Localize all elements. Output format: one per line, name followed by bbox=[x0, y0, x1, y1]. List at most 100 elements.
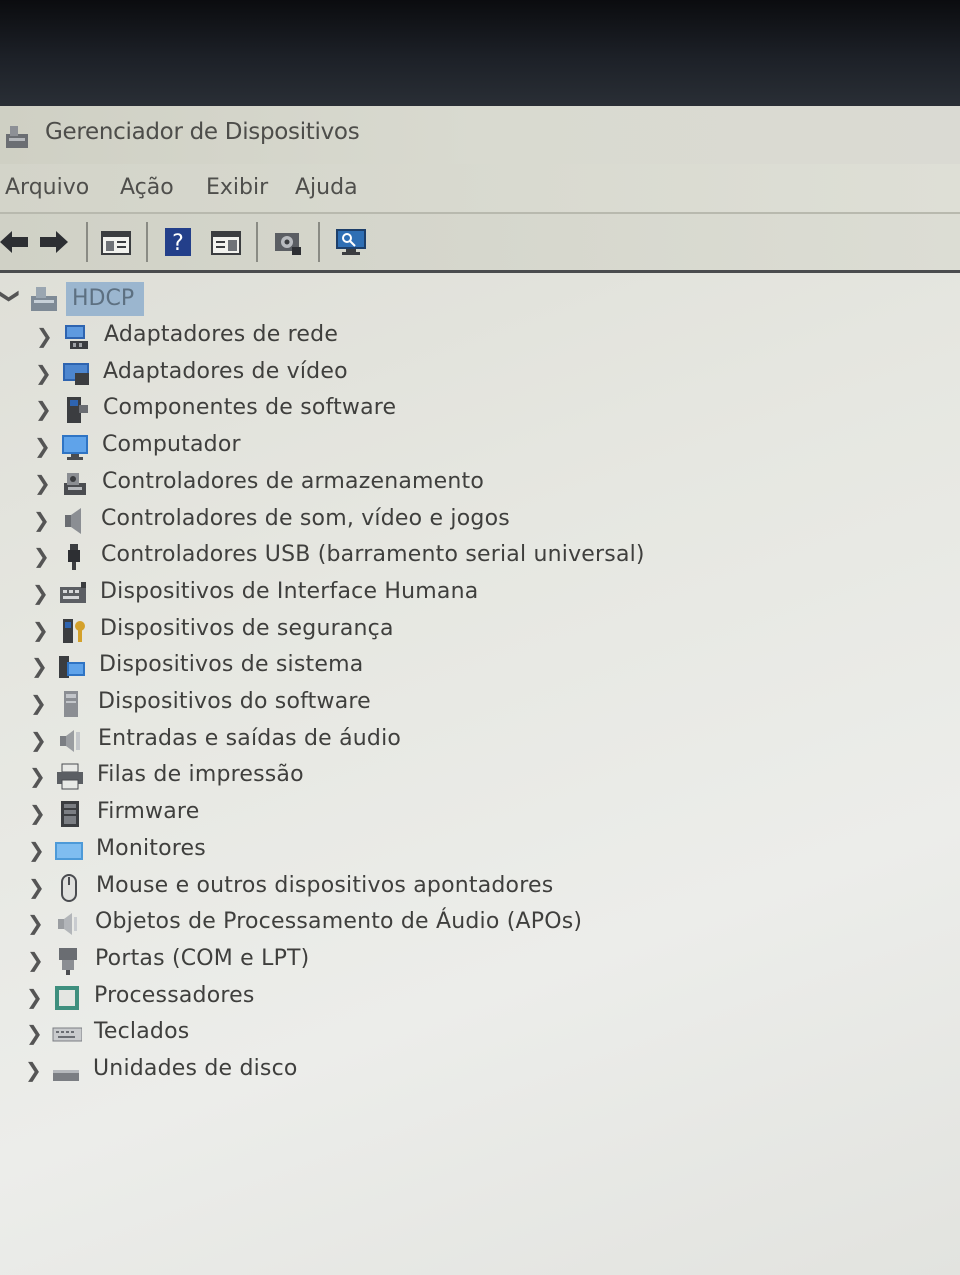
disk-drive-icon bbox=[51, 1056, 81, 1086]
network-adapter-icon bbox=[62, 322, 92, 352]
chevron-right-icon[interactable]: ❯ bbox=[28, 875, 45, 899]
chevron-right-icon[interactable]: ❯ bbox=[30, 728, 47, 752]
tree-node-port[interactable]: ❯ Portas (COM e LPT) bbox=[27, 944, 727, 980]
tree-node-processor[interactable]: ❯ Processadores bbox=[26, 981, 726, 1017]
speaker-icon bbox=[59, 506, 89, 536]
chevron-right-icon[interactable]: ❯ bbox=[28, 838, 45, 862]
processor-icon bbox=[52, 983, 82, 1013]
chevron-down-icon[interactable]: ❯ bbox=[0, 288, 22, 305]
tree-node-label: Entradas e saídas de áudio bbox=[98, 725, 402, 751]
device-tree: ❯ HDCP ❯ Adaptadores de rede ❯ Adaptadores … bbox=[0, 272, 960, 1272]
tree-node-label: Mouse e outros dispositivos apontadores bbox=[96, 872, 554, 898]
system-device-icon bbox=[57, 652, 87, 682]
chevron-right-icon[interactable]: ❯ bbox=[33, 508, 50, 532]
keyboard-icon bbox=[52, 1019, 83, 1049]
tree-node-firmware[interactable]: ❯ Firmware bbox=[29, 797, 729, 833]
scan-hardware-icon[interactable] bbox=[333, 224, 369, 260]
chevron-right-icon[interactable]: ❯ bbox=[32, 618, 49, 642]
chevron-right-icon[interactable]: ❯ bbox=[29, 764, 46, 788]
back-arrow-icon[interactable] bbox=[0, 224, 32, 260]
mouse-icon bbox=[54, 873, 84, 903]
software-device-icon bbox=[56, 689, 86, 719]
computer-root-icon bbox=[28, 282, 60, 314]
tree-node-audio-apo[interactable]: ❯ Objetos de Processamento de Áudio (APOs… bbox=[27, 907, 727, 943]
menu-exibir[interactable]: Exibir bbox=[206, 175, 268, 200]
tree-node-keyboard[interactable]: ❯ Teclados bbox=[26, 1017, 726, 1053]
chevron-right-icon[interactable]: ❯ bbox=[25, 1058, 42, 1082]
toolbar-separator bbox=[146, 222, 148, 262]
tree-node-label: Unidades de disco bbox=[93, 1056, 298, 1081]
firmware-icon bbox=[55, 799, 85, 829]
chevron-right-icon[interactable]: ❯ bbox=[34, 471, 51, 495]
window-title: Gerenciador de Dispositivos bbox=[45, 119, 360, 145]
monitor-icon bbox=[54, 836, 84, 866]
tree-node-software-device[interactable]: ❯ Dispositivos do software bbox=[30, 687, 730, 723]
tree-node-software-component[interactable]: ❯ Componentes de software bbox=[35, 393, 735, 429]
chevron-right-icon[interactable]: ❯ bbox=[26, 985, 43, 1009]
forward-arrow-icon[interactable] bbox=[36, 224, 72, 260]
menu-acao[interactable]: Ação bbox=[120, 175, 174, 200]
tree-node-display-adapter[interactable]: ❯ Adaptadores de vídeo bbox=[35, 357, 735, 393]
chevron-right-icon[interactable]: ❯ bbox=[30, 691, 47, 715]
audio-apo-icon bbox=[53, 909, 83, 939]
device-manager-window: Gerenciador de Dispositivos Arquivo Ação… bbox=[0, 106, 960, 1275]
help-icon[interactable]: ? bbox=[160, 224, 196, 260]
tree-node-label: Dispositivos de Interface Humana bbox=[100, 578, 479, 604]
menu-ajuda[interactable]: Ajuda bbox=[295, 175, 358, 200]
properties-icon[interactable] bbox=[98, 224, 134, 260]
chevron-right-icon[interactable]: ❯ bbox=[27, 948, 44, 972]
tree-node-label: Portas (COM e LPT) bbox=[95, 945, 310, 971]
toolbar-separator bbox=[318, 222, 320, 262]
chevron-right-icon[interactable]: ❯ bbox=[29, 801, 46, 825]
tree-node-system-device[interactable]: ❯ Dispositivos de sistema bbox=[31, 650, 731, 686]
chevron-right-icon[interactable]: ❯ bbox=[27, 911, 44, 935]
tree-node-monitor[interactable]: ❯ Monitores bbox=[28, 834, 728, 870]
update-driver-icon[interactable] bbox=[270, 224, 306, 260]
tree-node-label: Controladores de armazenamento bbox=[102, 468, 485, 494]
tree-node-hid[interactable]: ❯ Dispositivos de Interface Humana bbox=[32, 577, 732, 613]
screen-bezel bbox=[0, 0, 960, 108]
chevron-right-icon[interactable]: ❯ bbox=[33, 544, 50, 568]
tree-node-label: Objetos de Processamento de Áudio (APOs) bbox=[95, 909, 583, 935]
tree-node-computer[interactable]: ❯ Computador bbox=[34, 430, 734, 466]
tree-node-printer[interactable]: ❯ Filas de impressão bbox=[29, 760, 729, 796]
tree-node-label: Componentes de software bbox=[103, 395, 397, 421]
chevron-right-icon[interactable]: ❯ bbox=[32, 581, 49, 605]
tree-node-speaker[interactable]: ❯ Controladores de som, vídeo e jogos bbox=[33, 504, 733, 540]
toolbar-separator bbox=[86, 222, 88, 262]
chevron-right-icon[interactable]: ❯ bbox=[26, 1021, 43, 1045]
tree-node-audio-io[interactable]: ❯ Entradas e saídas de áudio bbox=[30, 724, 730, 760]
tree-node-label: Computador bbox=[102, 432, 241, 458]
details-view-icon[interactable] bbox=[208, 224, 244, 260]
tree-node-storage-controller[interactable]: ❯ Controladores de armazenamento bbox=[34, 467, 734, 503]
menu-arquivo[interactable]: Arquivo bbox=[5, 175, 89, 200]
chevron-right-icon[interactable]: ❯ bbox=[31, 654, 48, 678]
chevron-right-icon[interactable]: ❯ bbox=[34, 434, 51, 458]
tree-node-label: Adaptadores de vídeo bbox=[103, 358, 348, 384]
tree-node-mouse[interactable]: ❯ Mouse e outros dispositivos apontadores bbox=[28, 871, 728, 907]
tree-node-network-adapter[interactable]: ❯ Adaptadores de rede bbox=[36, 320, 736, 356]
chevron-right-icon[interactable]: ❯ bbox=[35, 397, 52, 421]
chevron-right-icon[interactable]: ❯ bbox=[36, 324, 53, 348]
tree-node-label: Dispositivos de sistema bbox=[99, 652, 364, 678]
svg-text:?: ? bbox=[172, 231, 184, 256]
port-icon bbox=[53, 946, 83, 976]
tree-node-label: Dispositivos do software bbox=[98, 689, 371, 714]
tree-node-label: Controladores USB (barramento serial uni… bbox=[101, 542, 645, 568]
menu-bar: Arquivo Ação Exibir Ajuda bbox=[0, 164, 960, 214]
tree-node-label: Firmware bbox=[97, 799, 200, 825]
tree-node-security-key[interactable]: ❯ Dispositivos de segurança bbox=[32, 614, 732, 650]
tree-node-label: Adaptadores de rede bbox=[104, 322, 339, 347]
tree-node-label: Filas de impressão bbox=[97, 762, 304, 788]
tree-node-label: Dispositivos de segurança bbox=[100, 615, 394, 641]
printer-icon bbox=[55, 762, 85, 792]
software-component-icon bbox=[61, 395, 91, 425]
tree-node-usb[interactable]: ❯ Controladores USB (barramento serial un… bbox=[33, 540, 733, 576]
tree-node-disk-drive[interactable]: ❯ Unidades de disco bbox=[25, 1054, 725, 1090]
chevron-right-icon[interactable]: ❯ bbox=[35, 361, 52, 385]
hid-icon bbox=[58, 579, 88, 609]
usb-icon bbox=[59, 542, 89, 572]
tree-node-label: Monitores bbox=[96, 835, 206, 861]
tree-node-label: Controladores de som, vídeo e jogos bbox=[101, 505, 510, 531]
tree-root-hdcp[interactable]: ❯ HDCP bbox=[0, 278, 300, 318]
